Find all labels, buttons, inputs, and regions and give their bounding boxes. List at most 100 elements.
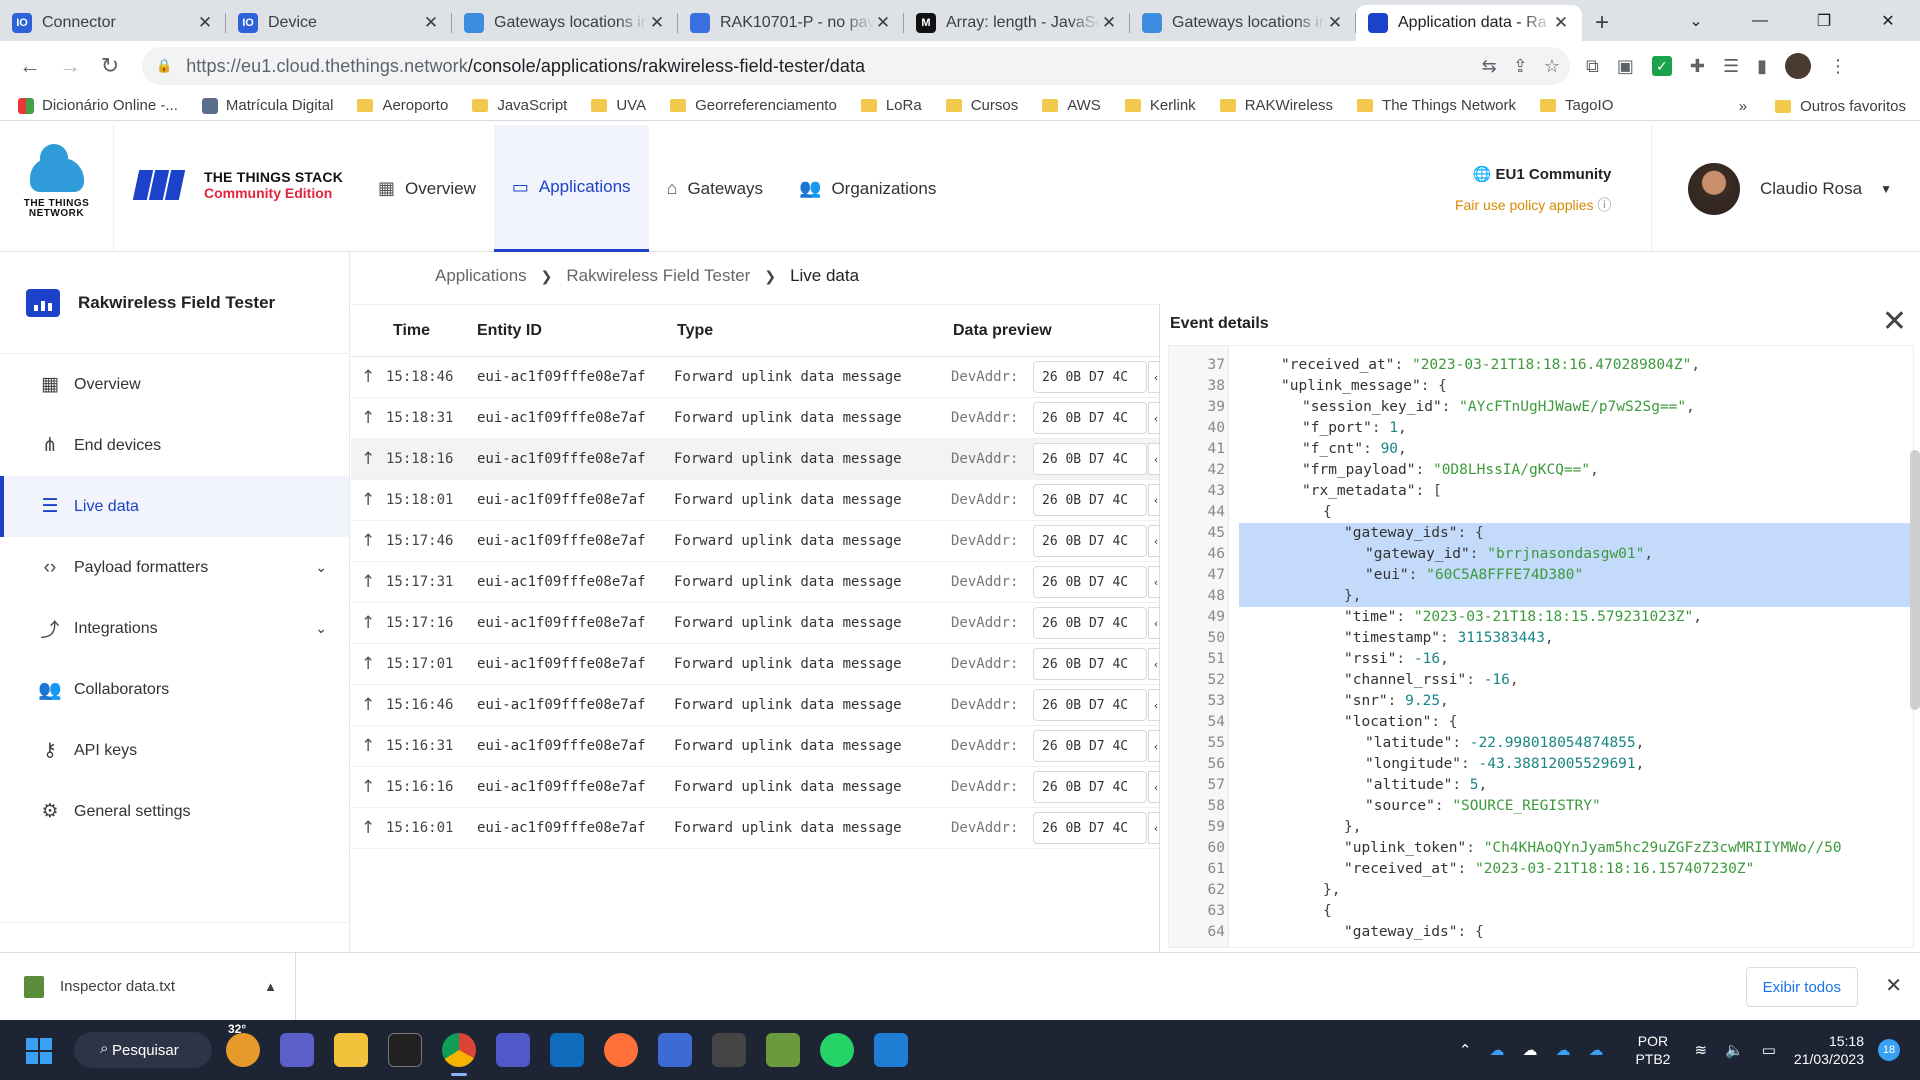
chevron-down-icon[interactable]: ⌄ — [315, 620, 327, 637]
row-preview-value[interactable]: 26 0B D7 4C — [1033, 361, 1147, 393]
chevron-left-icon[interactable]: ‹ — [1148, 566, 1159, 598]
vscode-icon[interactable] — [874, 1033, 908, 1067]
chrome-icon[interactable] — [442, 1033, 476, 1076]
chevron-left-icon[interactable]: ‹ — [1148, 525, 1159, 557]
windows-start-icon[interactable] — [26, 1038, 52, 1064]
browser-tab[interactable]: Gateways locations in ✕ — [452, 5, 678, 41]
menu-kebab-icon[interactable]: ⋮ — [1829, 56, 1847, 77]
chevron-down-icon[interactable]: ⌄ — [315, 559, 327, 576]
browser-tab[interactable]: Gateways locations in ✕ — [1130, 5, 1356, 41]
bookmark-item[interactable]: Georreferenciamento — [670, 97, 837, 114]
close-tab-icon[interactable]: ✕ — [196, 13, 214, 33]
chevron-left-icon[interactable]: ‹ — [1148, 771, 1159, 803]
chevron-left-icon[interactable]: ‹ — [1148, 607, 1159, 639]
chevron-left-icon[interactable]: ‹ — [1148, 812, 1159, 844]
row-preview-value[interactable]: 26 0B D7 4C — [1033, 689, 1147, 721]
bookmark-item[interactable]: RAKWireless — [1219, 97, 1333, 114]
close-tab-icon[interactable]: ✕ — [422, 13, 440, 33]
bookmark-item[interactable]: LoRa — [860, 97, 922, 114]
stack-logo[interactable]: THE THINGS STACK Community Edition — [132, 169, 343, 201]
table-row[interactable]: ↑ 15:17:16 eui-ac1f09fffe08e7af Forward upl… — [351, 603, 1159, 644]
volume-icon[interactable]: 🔈 — [1725, 1041, 1744, 1059]
user-menu[interactable]: Claudio Rosa ▼ — [1651, 125, 1920, 252]
app-icon[interactable] — [658, 1033, 692, 1067]
cloud-icon[interactable]: ☁ — [1489, 1041, 1504, 1059]
bookmark-item[interactable]: TagoIO — [1540, 97, 1613, 114]
battery-icon[interactable]: ▭ — [1762, 1041, 1776, 1059]
chevron-left-icon[interactable]: ‹ — [1148, 484, 1159, 516]
browser-tab[interactable]: IO Device ✕ — [226, 5, 452, 41]
profile-avatar[interactable] — [1785, 53, 1812, 79]
terminal-icon[interactable] — [388, 1033, 422, 1067]
browser-tab[interactable]: IO Connector ✕ — [0, 5, 226, 41]
close-tab-icon[interactable]: ✕ — [1552, 13, 1570, 33]
close-icon[interactable]: ✕ — [1882, 307, 1907, 337]
sidebar-item-api-keys[interactable]: ⚷ API keys — [0, 720, 349, 781]
browser-tab[interactable]: M Array: length - JavaSc ✕ — [904, 5, 1130, 41]
new-tab-button[interactable]: + — [1582, 5, 1622, 41]
tab-search-icon[interactable]: ⌄ — [1664, 0, 1728, 41]
chevron-left-icon[interactable]: ‹ — [1148, 689, 1159, 721]
browser-tab[interactable]: RAK10701-P - no pay ✕ — [678, 5, 904, 41]
sidebar-app-title[interactable]: Rakwireless Field Tester — [0, 252, 349, 354]
video-call-icon[interactable] — [280, 1033, 314, 1067]
sidebar-item-integrations[interactable]: ⤴ Integrations ⌄ — [0, 598, 349, 659]
reload-button[interactable]: ↻ — [92, 48, 128, 84]
address-bar[interactable]: 🔒 https://eu1.cloud.thethings.network/co… — [142, 47, 1570, 85]
chevron-left-icon[interactable]: ‹ — [1148, 402, 1159, 434]
nav-gateways[interactable]: ⌂ Gateways — [649, 125, 781, 252]
extension-icon[interactable]: ▣ — [1617, 56, 1634, 77]
bookmark-item[interactable]: The Things Network — [1357, 97, 1516, 114]
nav-organizations[interactable]: 👥 Organizations — [781, 125, 954, 252]
weather-icon[interactable] — [226, 1033, 260, 1067]
row-preview-value[interactable]: 26 0B D7 4C — [1033, 484, 1147, 516]
table-row[interactable]: ↑ 15:18:01 eui-ac1f09fffe08e7af Forward upl… — [351, 480, 1159, 521]
cloud-icon[interactable]: ☁ — [1522, 1041, 1537, 1059]
breadcrumb-app[interactable]: Rakwireless Field Tester — [566, 266, 750, 286]
taskbar-search[interactable]: ⌕ Pesquisar — [74, 1032, 212, 1068]
side-panel-icon[interactable]: ▮ — [1757, 56, 1767, 77]
bookmarks-more[interactable]: » — [1739, 98, 1747, 115]
bookmark-star-icon[interactable]: ☆ — [1544, 56, 1560, 77]
region-label[interactable]: 🌐 EU1 Community — [1455, 165, 1612, 183]
table-row[interactable]: ↑ 15:17:31 eui-ac1f09fffe08e7af Forward upl… — [351, 562, 1159, 603]
file-explorer-icon[interactable] — [334, 1033, 368, 1067]
table-row[interactable]: ↑ 15:17:46 eui-ac1f09fffe08e7af Forward upl… — [351, 521, 1159, 562]
breadcrumb-applications[interactable]: Applications — [435, 266, 527, 286]
wifi-icon[interactable]: ≋ — [1694, 1041, 1707, 1059]
json-viewer[interactable]: 37 "received_at": "2023-03-21T18:18:16.47… — [1168, 345, 1914, 948]
row-preview-value[interactable]: 26 0B D7 4C — [1033, 402, 1147, 434]
chevron-left-icon[interactable]: ‹ — [1148, 648, 1159, 680]
reading-list-icon[interactable]: ☰ — [1723, 56, 1739, 77]
ttn-logo[interactable]: THE THINGS NETWORK — [0, 125, 114, 252]
row-preview-value[interactable]: 26 0B D7 4C — [1033, 771, 1147, 803]
table-row[interactable]: ↑ 15:16:46 eui-ac1f09fffe08e7af Forward upl… — [351, 685, 1159, 726]
table-row[interactable]: ↑ 15:18:46 eui-ac1f09fffe08e7af Forward upl… — [351, 357, 1159, 398]
close-tab-icon[interactable]: ✕ — [648, 13, 666, 33]
translate-icon[interactable]: ⇆ — [1482, 56, 1497, 77]
cloud-icon[interactable]: ☁ — [1555, 1041, 1570, 1059]
extension-icon[interactable]: ⧉ — [1586, 56, 1599, 77]
sidebar-item-end-devices[interactable]: ⋔ End devices — [0, 415, 349, 476]
download-item[interactable]: Inspector data.txt ▲ — [0, 952, 296, 1021]
bookmark-item[interactable]: Kerlink — [1124, 97, 1196, 114]
table-row[interactable]: ↑ 15:16:31 eui-ac1f09fffe08e7af Forward upl… — [351, 726, 1159, 767]
show-all-downloads-button[interactable]: Exibir todos — [1745, 967, 1858, 1007]
table-row[interactable]: ↑ 15:16:01 eui-ac1f09fffe08e7af Forward upl… — [351, 808, 1159, 849]
puzzle-icon[interactable]: ✚ — [1690, 56, 1705, 77]
image-viewer-icon[interactable] — [766, 1033, 800, 1067]
sidebar-item-collaborators[interactable]: 👥 Collaborators — [0, 659, 349, 720]
chevron-left-icon[interactable]: ‹ — [1148, 730, 1159, 762]
notification-badge[interactable]: 18 — [1878, 1039, 1900, 1061]
share-icon[interactable]: ⇪ — [1513, 56, 1528, 77]
row-preview-value[interactable]: 26 0B D7 4C — [1033, 812, 1147, 844]
table-row[interactable]: ↑ 15:18:16 eui-ac1f09fffe08e7af Forward upl… — [351, 439, 1159, 480]
close-tab-icon[interactable]: ✕ — [1100, 13, 1118, 33]
outlook-icon[interactable] — [550, 1033, 584, 1067]
close-tab-icon[interactable]: ✕ — [874, 13, 892, 33]
close-tab-icon[interactable]: ✕ — [1326, 13, 1344, 33]
bookmark-item[interactable]: Matrícula Digital — [201, 97, 333, 114]
bookmark-item[interactable]: UVA — [591, 97, 646, 114]
close-icon[interactable]: ✕ — [1885, 973, 1902, 998]
clock[interactable]: 15:18 21/03/2023 — [1794, 1032, 1864, 1068]
